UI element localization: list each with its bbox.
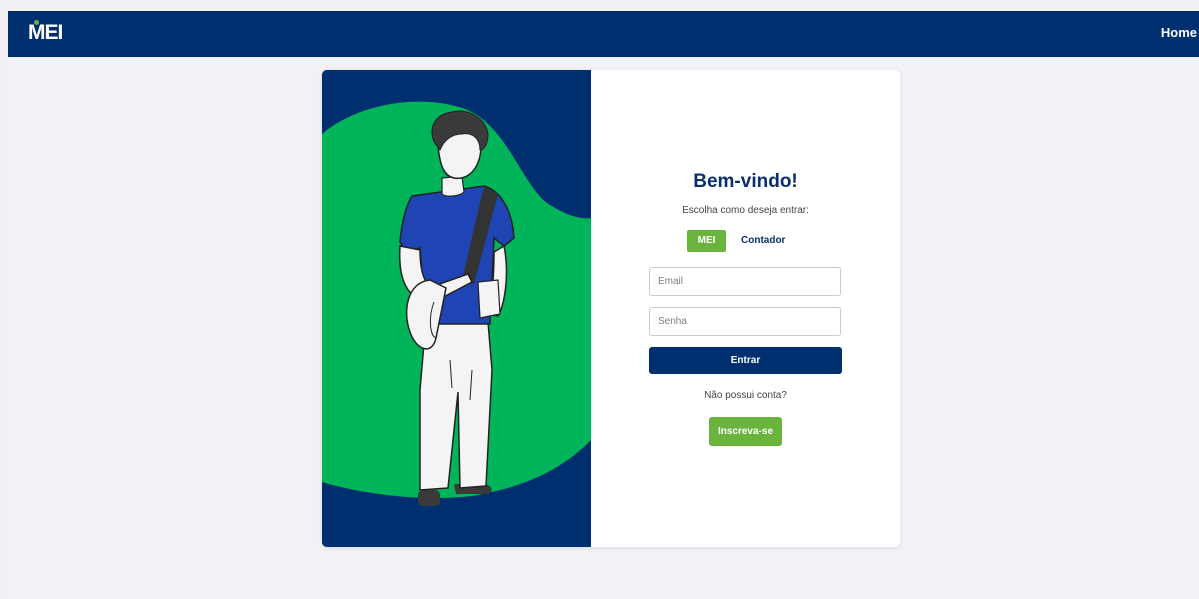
login-card: Bem-vindo! Escolha como deseja entrar: M…	[322, 70, 900, 547]
email-input[interactable]	[649, 267, 841, 296]
login-form-panel: Bem-vindo! Escolha como deseja entrar: M…	[591, 70, 900, 547]
login-type-contador-button[interactable]: Contador	[741, 230, 785, 252]
login-subtitle: Escolha como deseja entrar:	[682, 205, 809, 216]
student-illustration-graphic	[322, 70, 591, 547]
logo-dot-icon	[34, 20, 39, 25]
mei-logo[interactable]: MEI	[28, 20, 63, 46]
top-navbar: MEI Home	[8, 11, 1199, 57]
signup-button[interactable]: Inscreva-se	[709, 417, 782, 446]
welcome-title: Bem-vindo!	[693, 171, 798, 192]
password-input[interactable]	[649, 307, 841, 336]
logo-text: MEI	[28, 21, 63, 44]
login-submit-button[interactable]: Entrar	[649, 347, 842, 374]
no-account-text: Não possui conta?	[704, 390, 787, 401]
login-type-mei-button[interactable]: MEI	[687, 230, 726, 252]
page-frame: MEI Home Bem-vindo! Escolha como deseja …	[8, 11, 1199, 599]
nav-home-link[interactable]: Home	[1161, 25, 1197, 41]
student-illustration	[322, 70, 591, 547]
